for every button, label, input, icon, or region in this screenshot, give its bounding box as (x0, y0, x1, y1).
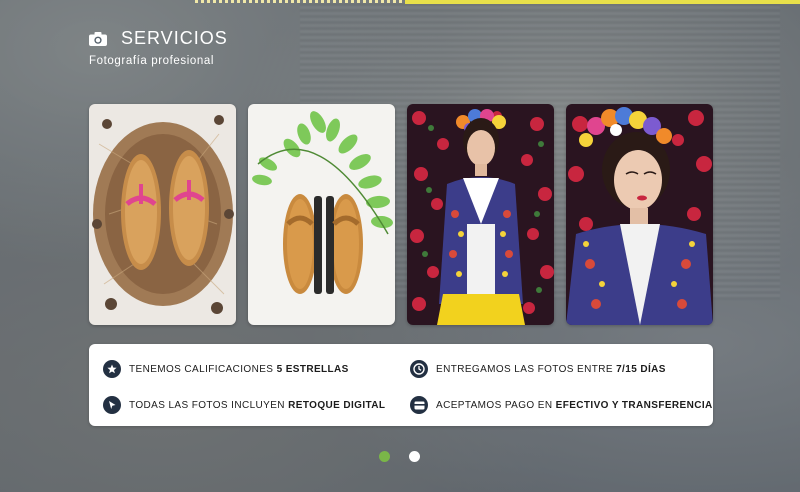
top-dashed-line (195, 0, 405, 3)
gallery-card-1[interactable] (89, 104, 236, 325)
feature-delivery: ENTREGAMOS LAS FOTOS ENTRE 7/15 DÍAS (410, 360, 666, 378)
star-icon (103, 360, 121, 378)
sandals-with-leaves-photo (248, 104, 395, 325)
feature-delivery-bold: 7/15 DÍAS (616, 363, 666, 375)
cursor-icon (103, 396, 121, 414)
carousel-dot-2[interactable] (409, 451, 420, 462)
section-header: SERVICIOS Fotografía profesional (89, 28, 228, 67)
feature-rating-text: TENEMOS CALIFICACIONES (129, 363, 277, 375)
feature-delivery-text: ENTREGAMOS LAS FOTOS ENTRE (436, 363, 617, 375)
feature-retouch-text: TODAS LAS FOTOS INCLUYEN (129, 399, 289, 411)
woman-flower-crown-closeup-photo (566, 104, 713, 325)
feature-rating: TENEMOS CALIFICACIONES 5 ESTRELLAS (103, 360, 349, 378)
gallery-card-3[interactable] (407, 104, 554, 325)
woman-flower-crown-standing-photo (407, 104, 554, 325)
carousel-pagination (379, 451, 420, 462)
carousel-dot-1[interactable] (379, 451, 390, 462)
features-panel: TENEMOS CALIFICACIONES 5 ESTRELLAS ENTRE… (89, 344, 713, 426)
camera-icon (89, 31, 107, 46)
page-title: SERVICIOS (121, 28, 228, 48)
gallery (89, 104, 713, 325)
feature-retouch: TODAS LAS FOTOS INCLUYEN RETOQUE DIGITAL (103, 396, 385, 414)
clock-icon (410, 360, 428, 378)
feature-payment-text: ACEPTAMOS PAGO EN (436, 399, 556, 411)
page-subtitle: Fotografía profesional (89, 55, 215, 67)
feature-retouch-bold: RETOQUE DIGITAL (288, 399, 386, 411)
feature-payment-bold: EFECTIVO Y TRANSFERENCIA (555, 399, 713, 411)
feature-payment: ACEPTAMOS PAGO EN EFECTIVO Y TRANSFERENC… (410, 396, 713, 414)
gallery-card-4[interactable] (566, 104, 713, 325)
credit-card-icon (410, 396, 428, 414)
gallery-card-2[interactable] (248, 104, 395, 325)
feature-rating-bold: 5 ESTRELLAS (276, 363, 349, 375)
top-accent-bar (405, 0, 800, 4)
sandals-on-pine-needles-photo (89, 104, 236, 325)
